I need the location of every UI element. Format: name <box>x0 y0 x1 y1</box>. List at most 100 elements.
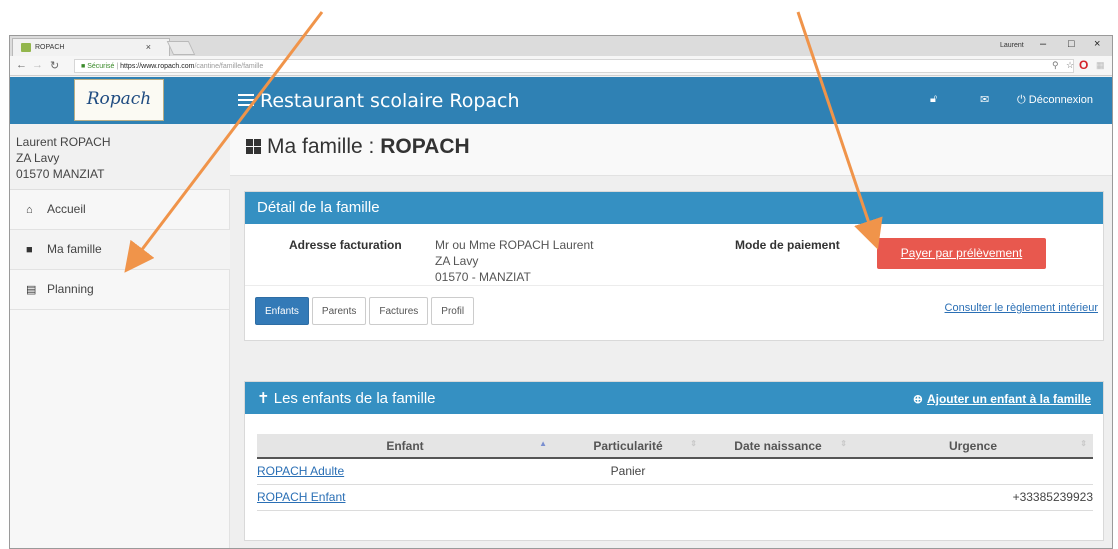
reglement-link[interactable]: Consulter le règlement intérieur <box>945 302 1098 314</box>
plus-circle-icon: ⊕ <box>912 392 923 406</box>
cell-particularite: Panier <box>553 458 703 485</box>
user-city: 01570 MANZIAT <box>16 167 105 181</box>
payment-mode-label: Mode de paiement <box>735 238 840 252</box>
extension-icon[interactable]: ▦ <box>1096 60 1105 71</box>
secure-label: Sécurisé <box>87 63 115 70</box>
ropach-logo[interactable]: Ropach <box>74 79 164 121</box>
logout-button[interactable]: ⏻ Déconnexion <box>1017 94 1093 107</box>
address-bar: ← → ↻ ■ Sécurisé | https://www.ropach.co… <box>10 56 1112 76</box>
bookmark-star-icon[interactable]: ☆ <box>1066 60 1074 71</box>
user-info: Laurent ROPACH ZA Lavy 01570 MANZIAT <box>10 124 230 190</box>
sidebar-item-label: Accueil <box>47 202 86 216</box>
sidebar-item-planning[interactable]: ▤ Planning <box>10 270 230 310</box>
add-child-label: Ajouter un enfant à la famille <box>926 392 1091 406</box>
table-row: ROPACH Adulte Panier <box>257 458 1093 485</box>
column-header-urgence[interactable]: Urgence ⇕ <box>853 434 1093 459</box>
minimize-icon[interactable]: – <box>1040 38 1046 50</box>
panel-heading: Détail de la famille <box>245 192 1103 224</box>
browser-user-label[interactable]: Laurent <box>1000 42 1024 49</box>
opera-extension-icon[interactable]: O <box>1079 58 1088 72</box>
billing-address-label: Adresse facturation <box>289 238 402 252</box>
sidebar-item-label: Ma famille <box>47 242 102 256</box>
cell-urgence <box>853 458 1093 485</box>
browser-tab-title: ROPACH <box>35 44 65 51</box>
billing-line-3: 01570 - MANZIAT <box>435 270 531 284</box>
reload-icon[interactable]: ↻ <box>50 59 59 72</box>
billing-line-1: Mr ou Mme ROPACH Laurent <box>435 238 594 252</box>
pay-direct-debit-button[interactable]: Payer par prélèvement <box>877 238 1046 269</box>
app-title: Restaurant scolaire Ropach <box>260 90 520 112</box>
page-title: Ma famille : ROPACH <box>246 135 470 159</box>
top-navbar: Restaurant scolaire Ropach 🔓︎ ✉ ⏻ Déconn… <box>230 77 1112 124</box>
cell-naissance <box>703 484 853 511</box>
logo-band: Ropach <box>10 77 230 124</box>
hamburger-menu-icon[interactable] <box>238 94 254 107</box>
browser-window: ROPACH × Laurent – □ × ← → ↻ ■ Sécurisé … <box>9 35 1113 549</box>
table-header-row: Enfant ▲ Particularité ⇕ Date naissance ⇕ U… <box>257 434 1093 459</box>
browser-tabbar: ROPACH × Laurent – □ × <box>10 36 1112 56</box>
home-icon: ⌂ <box>26 204 33 216</box>
main-content: Ma famille : ROPACH Détail de la famille… <box>230 124 1112 548</box>
column-header-enfant[interactable]: Enfant ▲ <box>257 434 553 459</box>
grid-icon: ■ <box>26 244 33 256</box>
sidebar-item-ma-famille[interactable]: ■ Ma famille <box>10 230 230 270</box>
forward-icon[interactable]: → <box>32 59 43 71</box>
tab-parents[interactable]: Parents <box>311 297 367 325</box>
favicon-icon <box>21 43 31 52</box>
grid-icon <box>246 139 261 154</box>
sort-asc-icon: ▲ <box>539 439 547 448</box>
tab-profil[interactable]: Profil <box>431 297 475 325</box>
url-input[interactable]: ■ Sécurisé | https://www.ropach.com/cant… <box>74 59 1074 73</box>
add-child-link[interactable]: ⊕ Ajouter un enfant à la famille <box>913 392 1091 406</box>
url-path: /cantine/famille/famille <box>194 63 264 70</box>
logo-text: Ropach <box>86 89 152 109</box>
page-header: Ma famille : ROPACH <box>230 124 1112 176</box>
sidebar: Ropach Laurent ROPACH ZA Lavy 01570 MANZ… <box>10 77 230 548</box>
cell-enfant: ROPACH Enfant <box>257 484 553 511</box>
children-panel: ✝ Les enfants de la famille ⊕ Ajouter un … <box>244 381 1104 541</box>
child-link[interactable]: ROPACH Adulte <box>257 464 344 478</box>
calendar-icon: ▤ <box>26 284 37 296</box>
new-tab-button[interactable] <box>166 41 196 55</box>
url-host: https://www.ropach.com <box>120 63 195 70</box>
unlock-icon[interactable]: 🔓︎ <box>930 93 937 106</box>
user-address: ZA Lavy <box>16 151 60 165</box>
window-close-icon[interactable]: × <box>1094 38 1100 50</box>
sidebar-item-accueil[interactable]: ⌂ Accueil <box>10 190 230 230</box>
billing-line-2: ZA Lavy <box>435 254 479 268</box>
back-icon[interactable]: ← <box>16 59 27 71</box>
cell-naissance <box>703 458 853 485</box>
sort-icon: ⇕ <box>840 439 847 448</box>
tab-enfants[interactable]: Enfants <box>255 297 309 325</box>
children-panel-heading: ✝ Les enfants de la famille ⊕ Ajouter un … <box>245 382 1103 414</box>
family-detail-panel: Détail de la famille Adresse facturation… <box>244 191 1104 341</box>
cell-urgence: +33385239923 <box>853 484 1093 511</box>
cell-particularite <box>553 484 703 511</box>
mail-icon[interactable]: ✉ <box>980 93 989 106</box>
table-row: ROPACH Enfant +33385239923 <box>257 484 1093 511</box>
cell-enfant: ROPACH Adulte <box>257 458 553 485</box>
child-link[interactable]: ROPACH Enfant <box>257 490 345 504</box>
web-app: Ropach Laurent ROPACH ZA Lavy 01570 MANZ… <box>10 77 1112 548</box>
tab-factures[interactable]: Factures <box>369 297 429 325</box>
zoom-icon[interactable]: ⚲ <box>1052 60 1059 71</box>
browser-tab[interactable]: ROPACH × <box>12 38 170 56</box>
column-header-date-naissance[interactable]: Date naissance ⇕ <box>703 434 853 459</box>
tab-close-icon[interactable]: × <box>146 42 151 52</box>
page-title-prefix: Ma famille : <box>267 135 381 158</box>
sidebar-item-label: Planning <box>47 282 94 296</box>
children-table: Enfant ▲ Particularité ⇕ Date naissance ⇕ U… <box>257 434 1093 511</box>
power-icon: ⏻ <box>1017 94 1026 106</box>
column-header-particularite[interactable]: Particularité ⇕ <box>553 434 703 459</box>
children-heading: Les enfants de la famille <box>273 390 436 407</box>
user-name: Laurent ROPACH <box>16 135 111 149</box>
family-tabs: Enfants Parents Factures Profil <box>255 297 477 325</box>
sort-icon: ⇕ <box>690 439 697 448</box>
divider <box>245 285 1103 286</box>
page-title-family: ROPACH <box>380 135 470 158</box>
lock-icon: ■ <box>81 63 86 70</box>
maximize-icon[interactable]: □ <box>1068 38 1075 50</box>
child-icon: ✝ <box>257 390 270 407</box>
logout-label: Déconnexion <box>1028 94 1093 106</box>
sort-icon: ⇕ <box>1080 439 1087 448</box>
